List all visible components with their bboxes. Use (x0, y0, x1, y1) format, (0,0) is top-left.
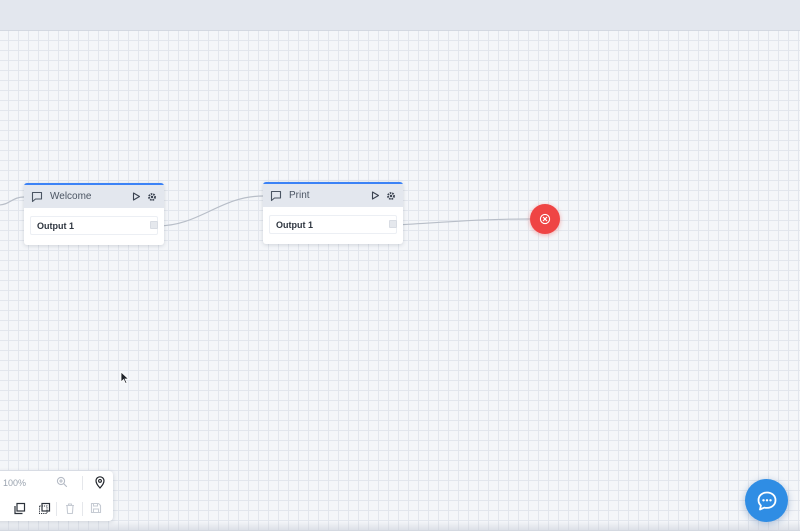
output-port[interactable] (150, 221, 158, 229)
toolbar-divider (56, 502, 57, 516)
node-title: Welcome (50, 191, 92, 202)
select-icon[interactable] (36, 500, 52, 516)
chat-bubble-icon (757, 491, 776, 510)
output-label: Output 1 (37, 220, 74, 231)
save-icon[interactable] (88, 500, 104, 516)
toolbar-divider (82, 502, 83, 516)
canvas-toolbar: 100% (0, 471, 113, 521)
mouse-cursor (120, 371, 130, 384)
node-output-row[interactable]: Output 1 (30, 216, 158, 235)
close-circle-icon (539, 213, 551, 225)
zoom-level: 100% (3, 478, 27, 488)
end-node[interactable] (530, 204, 560, 234)
play-icon[interactable] (369, 190, 381, 202)
play-icon[interactable] (130, 191, 142, 203)
node-output-row[interactable]: Output 1 (269, 215, 397, 234)
node-header[interactable]: Print (263, 184, 403, 207)
flow-node-print[interactable]: Print Output 1 (263, 182, 403, 244)
flow-canvas[interactable] (0, 31, 800, 531)
output-label: Output 1 (276, 219, 313, 230)
node-header[interactable]: Welcome (24, 185, 164, 208)
zoom-in-icon[interactable] (54, 474, 70, 490)
gear-icon[interactable] (146, 191, 158, 203)
gear-icon[interactable] (385, 190, 397, 202)
output-port[interactable] (389, 220, 397, 228)
delete-icon[interactable] (62, 500, 78, 516)
message-icon (30, 190, 44, 204)
copy-icon[interactable] (11, 500, 27, 516)
node-title: Print (289, 190, 310, 201)
locate-icon[interactable] (92, 474, 108, 490)
top-bar (0, 0, 800, 31)
toolbar-divider (82, 476, 83, 490)
flow-node-welcome[interactable]: Welcome Output 1 (24, 183, 164, 245)
bottom-shade (0, 521, 800, 531)
message-icon (269, 189, 283, 203)
chat-button[interactable] (745, 479, 788, 522)
